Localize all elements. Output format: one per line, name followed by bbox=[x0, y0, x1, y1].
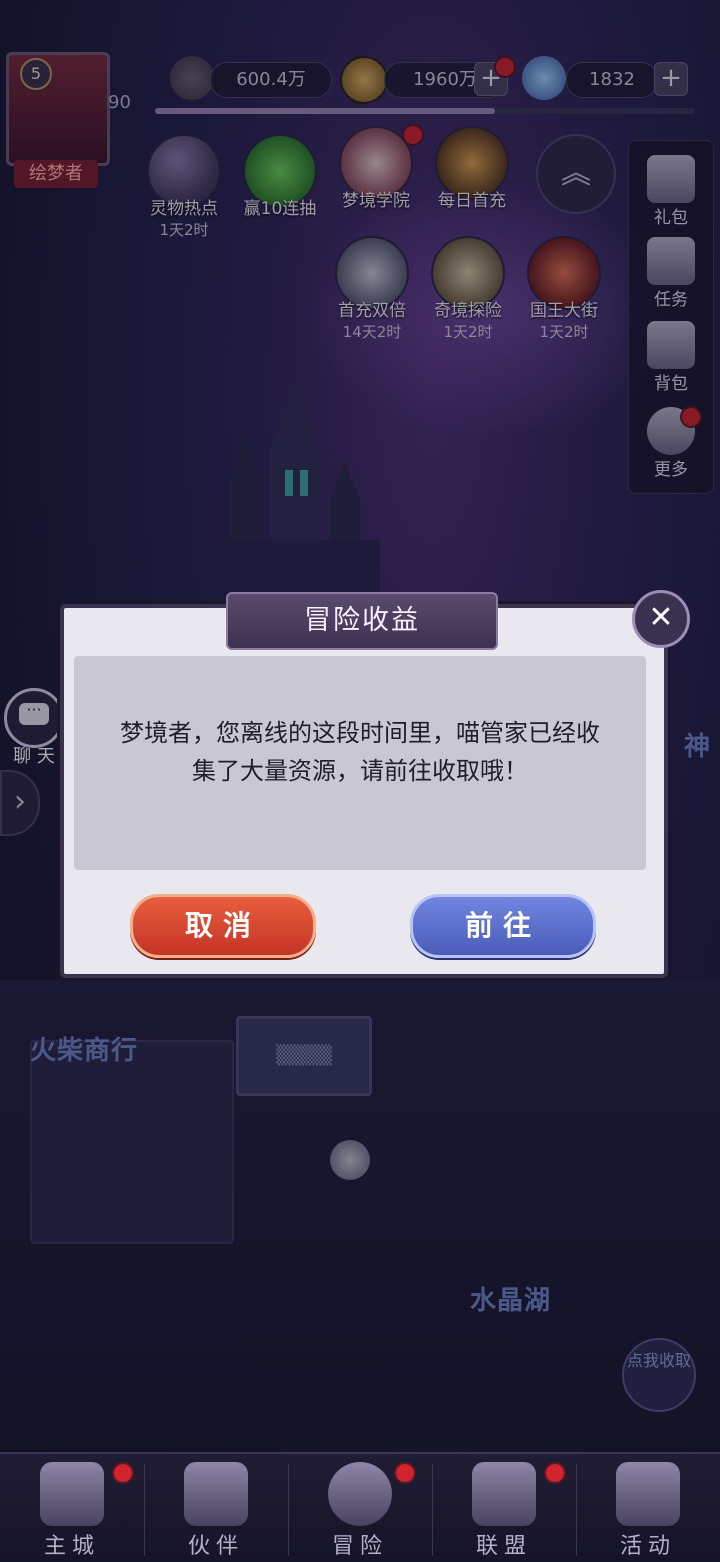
cancel-button[interactable]: 取消 bbox=[130, 894, 316, 958]
dialog-title: 冒险收益 bbox=[304, 605, 420, 636]
castle-icon bbox=[40, 1462, 104, 1526]
witch-hat-icon bbox=[184, 1462, 248, 1526]
dialog-close-button[interactable]: ✕ bbox=[632, 590, 690, 648]
dialog-message: 梦境者，您离线的这段时间里，喵管家已经收集了大量资源，请前往收取哦！ bbox=[120, 719, 600, 785]
dialog-title-banner: 冒险收益 bbox=[226, 592, 498, 650]
shield-icon bbox=[472, 1462, 536, 1526]
notification-dot bbox=[394, 1462, 416, 1484]
notification-dot bbox=[112, 1462, 134, 1484]
close-icon: ✕ bbox=[648, 600, 674, 635]
notification-dot bbox=[544, 1462, 566, 1484]
go-button[interactable]: 前往 bbox=[410, 894, 596, 958]
bottom-nav: 主城 伙伴 冒险 联盟 活动 bbox=[0, 1452, 720, 1562]
nav-partners[interactable]: 伙伴 bbox=[144, 1454, 288, 1562]
compass-icon bbox=[328, 1462, 392, 1526]
cards-icon bbox=[616, 1462, 680, 1526]
nav-events[interactable]: 活动 bbox=[576, 1454, 720, 1562]
